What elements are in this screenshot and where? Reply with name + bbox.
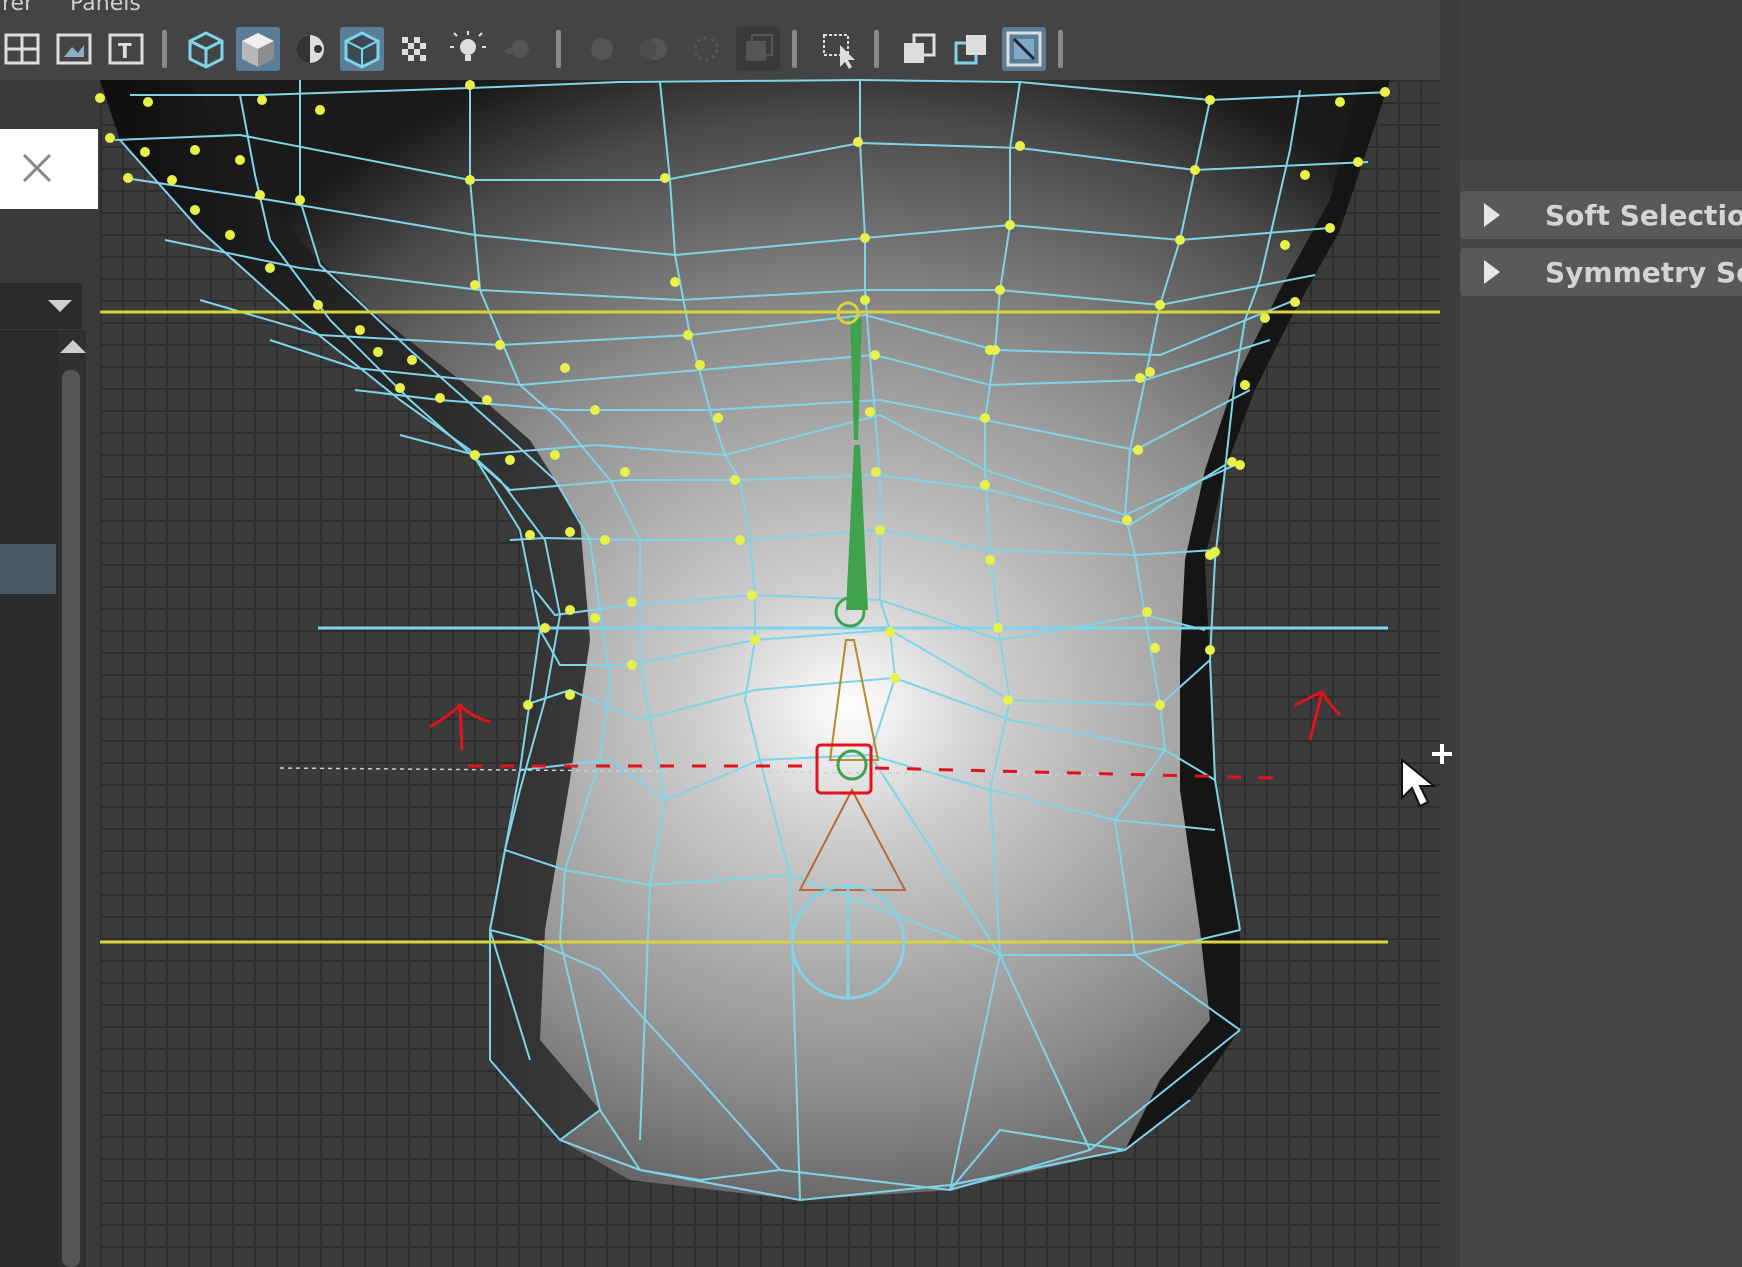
mouse-cursor-icon — [1401, 744, 1452, 808]
section-label: Soft Selection — [1545, 199, 1742, 232]
panel-divider — [1440, 0, 1460, 1267]
expand-arrow-icon — [1484, 260, 1500, 284]
section-label: Symmetry Sett — [1545, 256, 1742, 289]
mesh-overlay — [95, 78, 1440, 1202]
soft-selection-section[interactable]: Soft Selection — [1460, 191, 1742, 239]
symmetry-settings-section[interactable]: Symmetry Sett — [1460, 248, 1742, 296]
attribute-editor-header — [1460, 0, 1742, 160]
expand-arrow-icon — [1484, 203, 1500, 227]
